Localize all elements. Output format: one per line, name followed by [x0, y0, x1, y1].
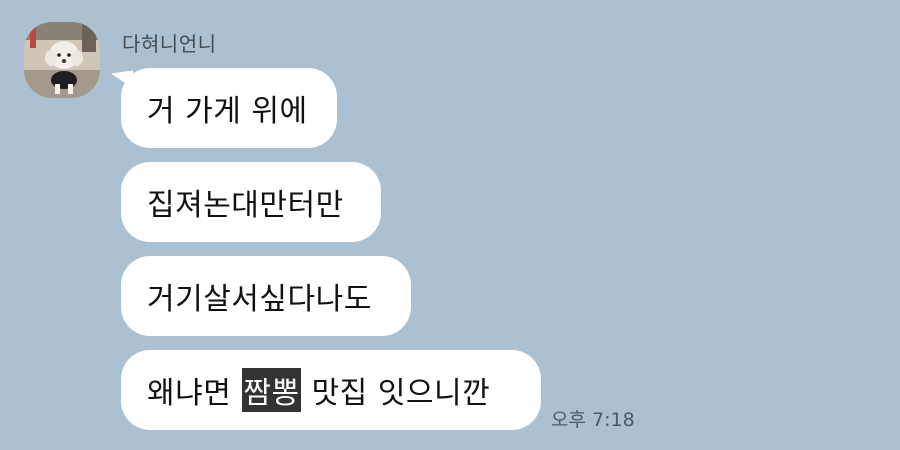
message-timestamp: 오후 7:18 [551, 409, 635, 431]
message-bubble[interactable]: 집져논대만터만 [121, 162, 381, 242]
message-text: 거기살서싶다나도 [147, 282, 372, 317]
message-bubble[interactable]: 왜냐면 짬뽕 맛집 잇으니깐 [121, 350, 541, 430]
message-bubble[interactable]: 거기살서싶다나도 [121, 256, 411, 336]
message-text: 맛집 잇으니깐 [301, 376, 491, 411]
message-bubble[interactable]: 거 가게 위에 [121, 68, 337, 148]
chat-window: 다혀니언니 거 가게 위에 집져논대만터만 거기살서싶다나도 왜냐면 짬뽕 맛집… [0, 0, 900, 450]
message-text: 왜냐면 [147, 376, 242, 411]
message-text: 거 가게 위에 [147, 94, 308, 129]
message-text: 집져논대만터만 [147, 188, 344, 223]
sender-name: 다혀니언니 [122, 32, 217, 56]
dog-photo-avatar-icon [24, 22, 100, 98]
sender-avatar[interactable] [24, 22, 100, 98]
highlighted-word: 짬뽕 [242, 368, 301, 412]
